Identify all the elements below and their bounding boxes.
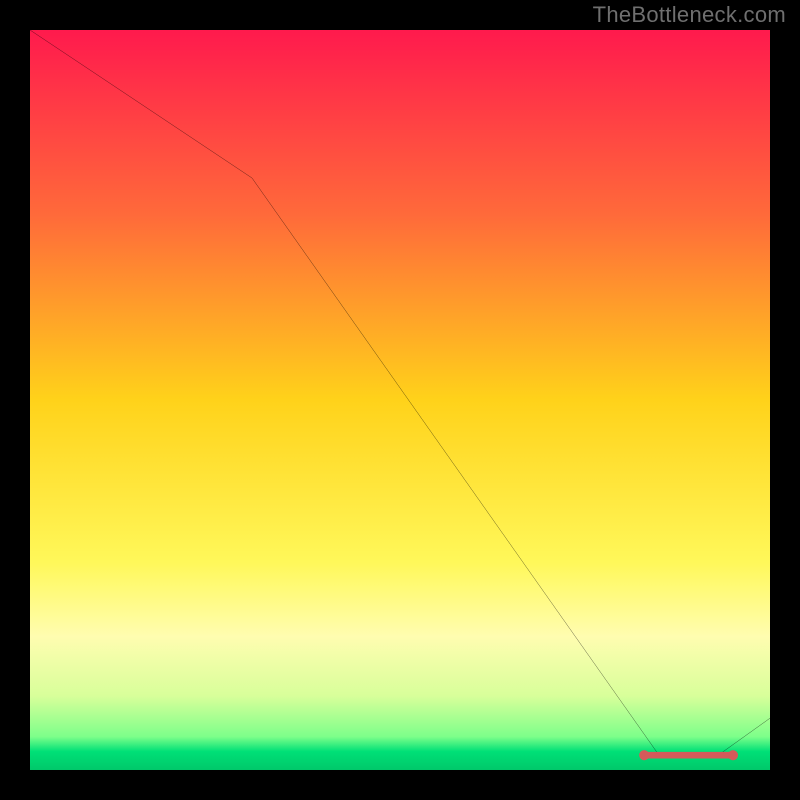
chart-frame: TheBottleneck.com [0,0,800,800]
chart-plot [30,30,770,770]
watermark-label: TheBottleneck.com [593,2,786,28]
gradient-background [30,30,770,770]
